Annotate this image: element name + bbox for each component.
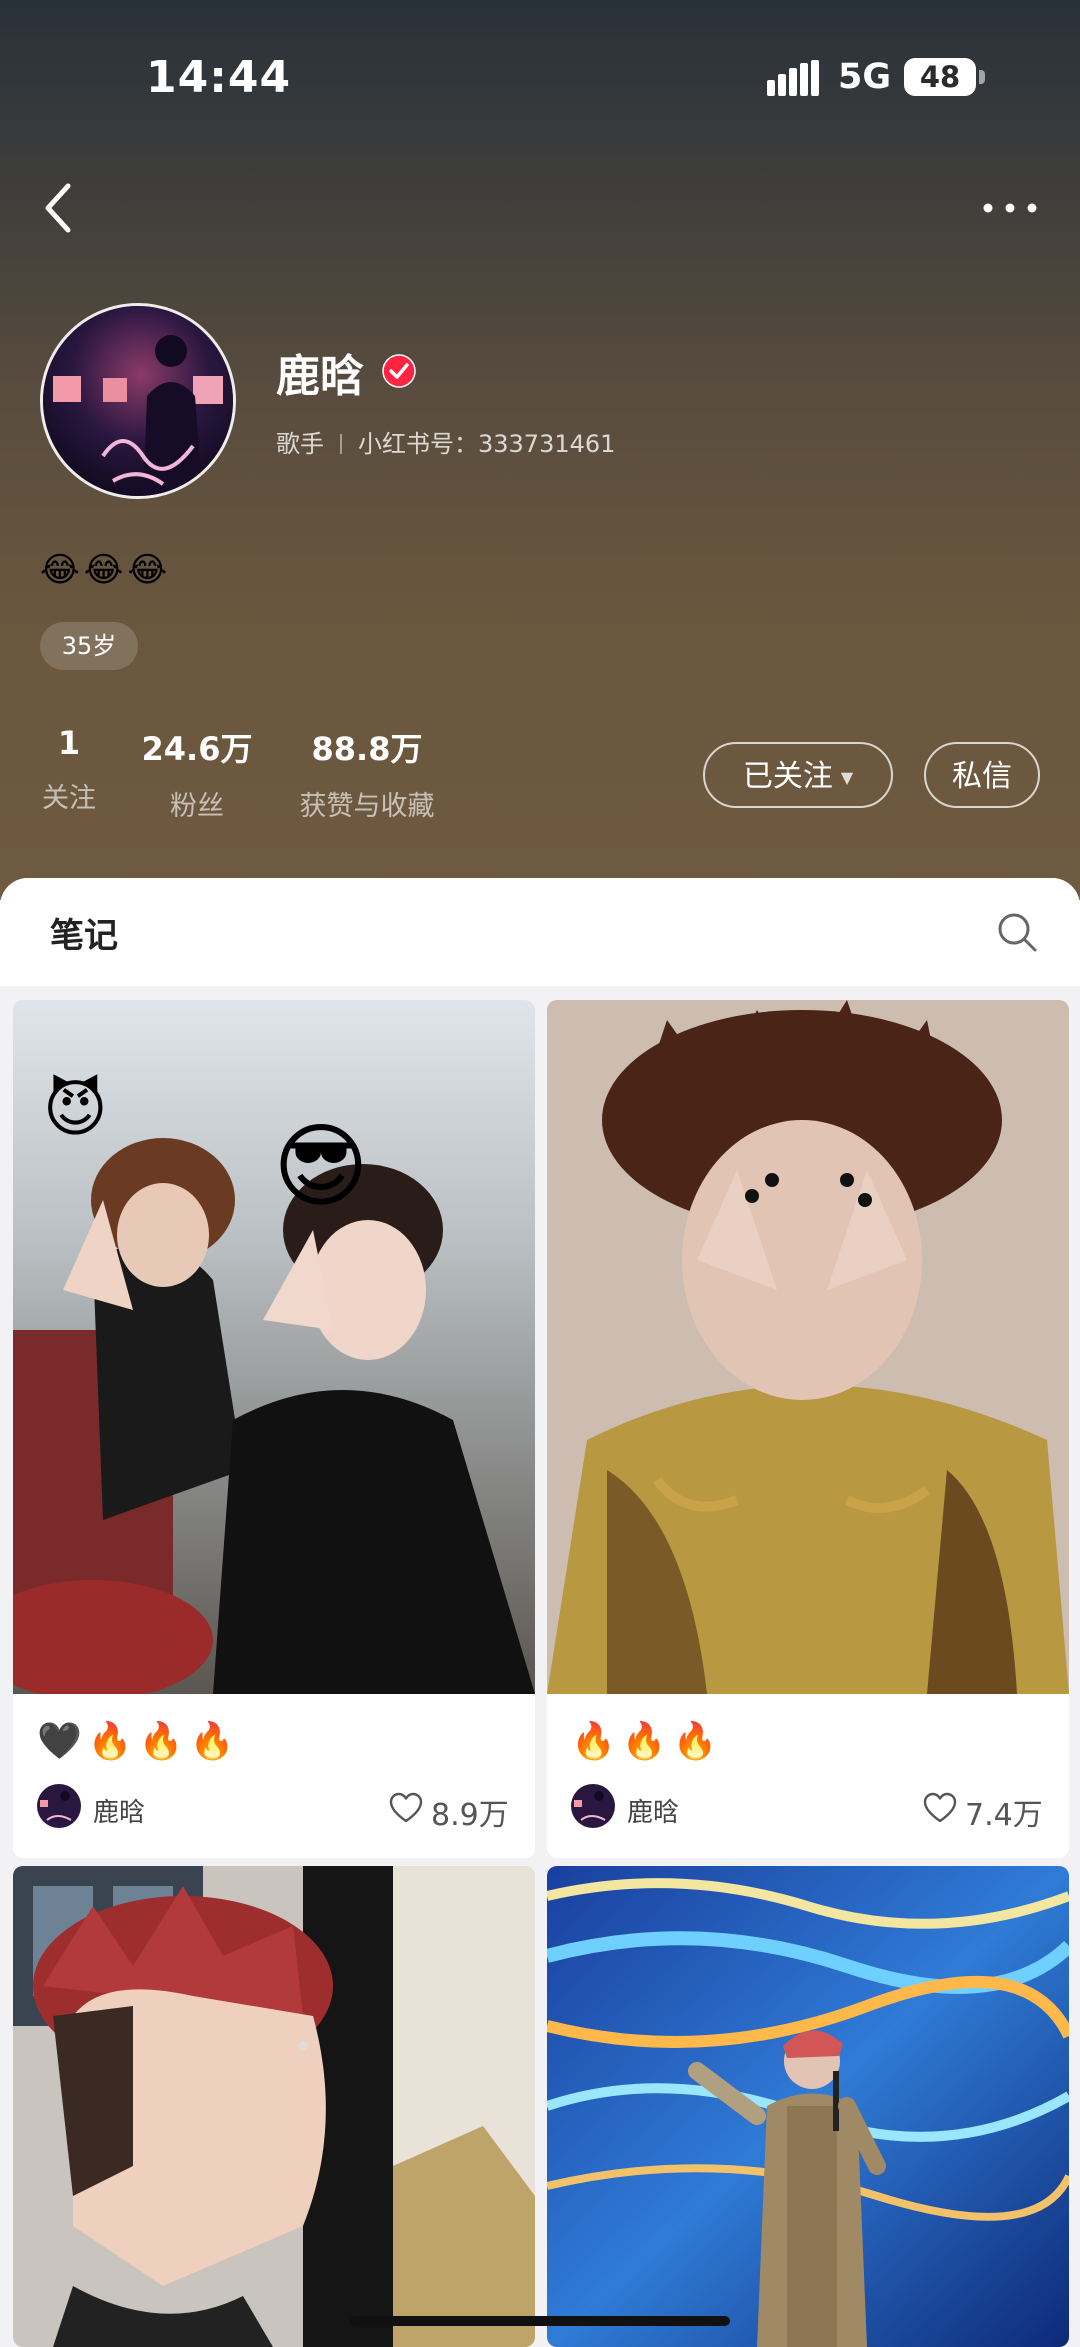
search-icon[interactable]: [996, 911, 1038, 953]
like-button[interactable]: 8.9万: [389, 1790, 511, 1833]
author-avatar: [571, 1784, 615, 1828]
author-name: 鹿晗: [93, 1798, 146, 1828]
note-cover-image: 😈 😎: [13, 1000, 535, 1694]
following-button-label: 已关注: [742, 759, 833, 794]
stat-value: 88.8万: [311, 730, 423, 768]
meta-divider: [340, 434, 342, 454]
stat-label: 获赞与收藏: [299, 791, 435, 822]
message-button[interactable]: 私信: [924, 742, 1040, 808]
network-type: 5G: [838, 57, 892, 97]
svg-text:😈: 😈: [43, 1072, 108, 1145]
verified-badge-icon: [382, 354, 416, 388]
note-card[interactable]: 🔥🔥🔥 鹿晗 7.4万: [547, 1000, 1069, 1858]
notes-panel: 笔记 😈 😎 🖤🔥🔥🔥 鹿晗 8.9万 🔥🔥🔥 鹿晗 7.4万: [0, 878, 1080, 2347]
profile-meta: 歌手 小红书号：333731461: [276, 424, 615, 459]
tab-notes[interactable]: 笔记: [50, 908, 118, 957]
stat-followers[interactable]: 24.6万 粉丝: [138, 724, 256, 823]
stat-label: 粉丝: [170, 791, 224, 822]
svg-text:😎: 😎: [273, 1113, 369, 1220]
stat-following[interactable]: 1 关注: [40, 724, 98, 815]
age-tag: 35岁: [40, 622, 138, 670]
note-cover-image: [547, 1000, 1069, 1694]
caret-down-icon: ▼: [840, 768, 854, 787]
note-cover-image: [13, 1866, 535, 2347]
author-avatar: [37, 1784, 81, 1828]
note-card[interactable]: [547, 1866, 1069, 2347]
profile-bio: 😂😂😂: [40, 550, 172, 590]
following-button[interactable]: 已关注 ▼: [703, 742, 893, 808]
battery-tip: [979, 70, 985, 84]
battery-icon: 48: [904, 58, 976, 96]
profile-role: 歌手: [276, 430, 324, 458]
note-card[interactable]: 😈 😎 🖤🔥🔥🔥 鹿晗 8.9万: [13, 1000, 535, 1858]
status-time: 14:44: [146, 52, 292, 103]
stat-likes-collects[interactable]: 88.8万 获赞与收藏: [290, 724, 444, 823]
status-bar: 14:44 5G 48: [0, 0, 1080, 150]
heart-icon: [389, 1792, 423, 1823]
notes-header: 笔记: [0, 878, 1080, 986]
note-emojis: 🔥🔥🔥: [571, 1721, 724, 1762]
profile-id: 小红书号：333731461: [358, 430, 616, 458]
back-arrow-icon[interactable]: [40, 180, 80, 236]
heart-icon: [923, 1792, 957, 1823]
profile-avatar[interactable]: [40, 303, 236, 499]
like-count: 7.4万: [965, 1798, 1043, 1833]
profile-name: 鹿晗: [276, 351, 364, 402]
stat-value: 24.6万: [141, 730, 253, 768]
signal-icon: [767, 60, 819, 96]
note-card[interactable]: [13, 1866, 535, 2347]
home-indicator[interactable]: [350, 2316, 730, 2326]
like-count: 8.9万: [431, 1798, 509, 1833]
note-emojis: 🖤🔥🔥🔥: [37, 1721, 241, 1762]
author-name: 鹿晗: [627, 1798, 680, 1828]
stat-label: 关注: [42, 783, 96, 814]
note-cover-image: [547, 1866, 1069, 2347]
stat-value: 1: [57, 724, 81, 762]
like-button[interactable]: 7.4万: [923, 1790, 1045, 1833]
more-options-icon[interactable]: [980, 190, 1040, 226]
